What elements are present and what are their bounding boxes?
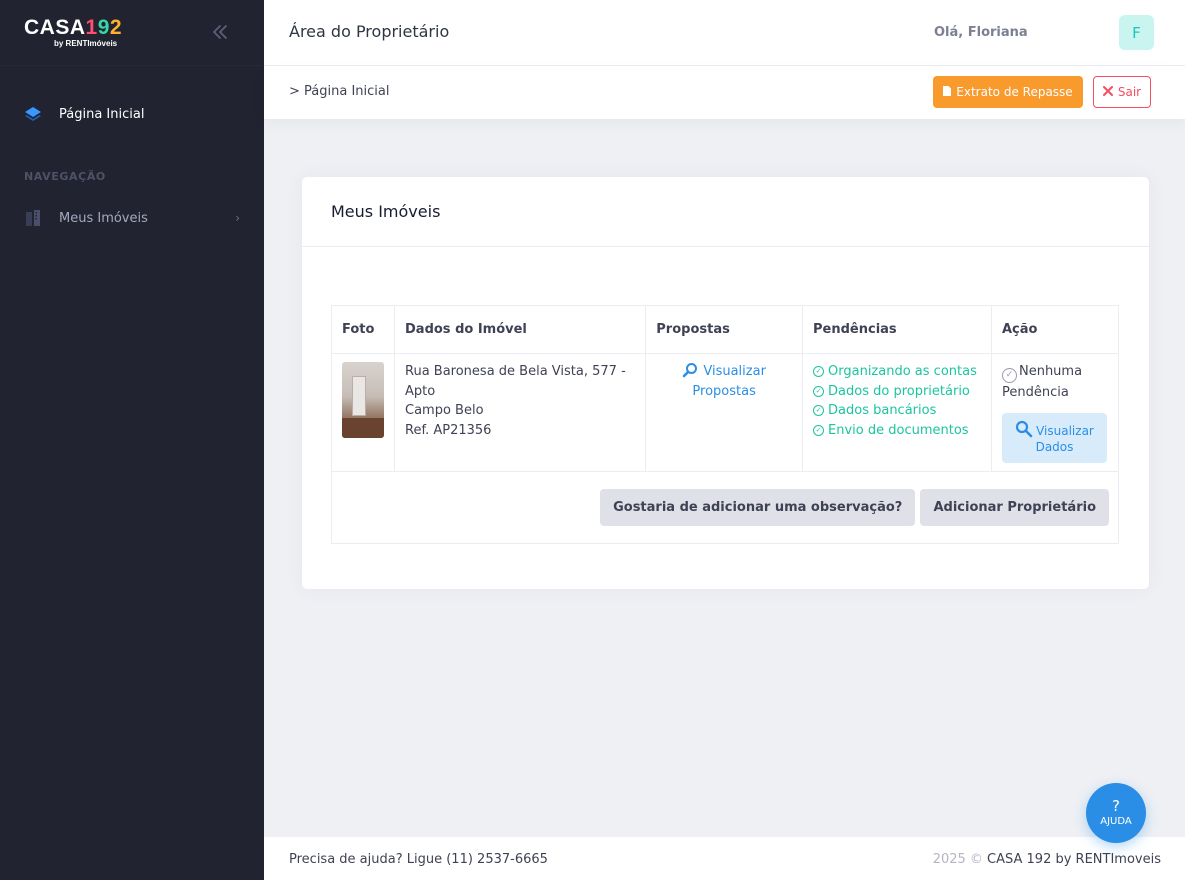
check-circle-icon: ✓ bbox=[813, 424, 825, 436]
properties-table: Foto Dados do Imóvel Propostas Pendência… bbox=[331, 305, 1120, 544]
chevron-right-icon: › bbox=[235, 211, 240, 225]
logo-wordmark: CASA192 bbox=[24, 16, 123, 39]
collapse-sidebar-icon[interactable] bbox=[208, 20, 232, 44]
nav-section-title: NAVEGAÇÃO bbox=[24, 170, 106, 183]
avatar[interactable]: F bbox=[1119, 15, 1154, 50]
logo[interactable]: CASA192 by RENTImóveis bbox=[24, 17, 122, 48]
table-row: Rua Baronesa de Bela Vista, 577 - Apto C… bbox=[331, 353, 1120, 472]
page-title: Área do Proprietário bbox=[289, 22, 450, 41]
logout-button[interactable]: Sair bbox=[1093, 76, 1151, 108]
check-circle-icon: ✓ bbox=[813, 385, 825, 397]
logout-label: Sair bbox=[1117, 85, 1142, 99]
property-neighborhood: Campo Belo bbox=[405, 403, 484, 418]
acao-status: ✓ Nenhuma Pendência bbox=[1001, 364, 1083, 401]
add-owner-button[interactable]: Adicionar Proprietário bbox=[920, 488, 1109, 526]
logo-subtitle: by RENTImóveis bbox=[54, 39, 118, 48]
subheader: > Página Inicial Extrato de Repasse Sair bbox=[264, 66, 1185, 119]
breadcrumb[interactable]: > Página Inicial bbox=[289, 84, 389, 99]
pendencias-cell: ✓ Organizando as contas ✓ Dados do proprie… bbox=[802, 353, 992, 472]
top-header: Área do Proprietário Olá, Floriana F bbox=[264, 0, 1185, 66]
search-icon bbox=[682, 363, 703, 379]
property-data-cell: Rua Baronesa de Bela Vista, 577 - Apto C… bbox=[393, 353, 647, 472]
acao-cell: ✓ Nenhuma Pendência Visualizar Dados bbox=[990, 353, 1120, 472]
sidebar-item-home[interactable]: Página Inicial bbox=[0, 94, 264, 134]
building-icon bbox=[24, 209, 42, 227]
column-header: Ação bbox=[990, 305, 1120, 354]
close-icon bbox=[1102, 85, 1113, 99]
column-header: Dados do Imóvel bbox=[393, 305, 647, 354]
proposals-cell: Visualizar Propostas bbox=[645, 353, 804, 472]
table-header-row: Foto Dados do Imóvel Propostas Pendência… bbox=[331, 305, 1120, 354]
view-proposals-link[interactable]: Visualizar Propostas bbox=[656, 362, 792, 401]
column-header: Foto bbox=[331, 305, 395, 354]
sidebar-item-meus-imoveis[interactable]: Meus Imóveis › bbox=[0, 198, 264, 238]
property-ref: Ref. AP21356 bbox=[405, 422, 492, 438]
check-circle-icon: ✓ bbox=[813, 405, 825, 417]
footer-copyright: 2025 © CASA 192 by RENTImoveis bbox=[932, 852, 1161, 867]
pendencia-item: ✓ Dados do proprietário bbox=[813, 382, 981, 402]
property-photo[interactable] bbox=[342, 362, 384, 438]
view-data-button[interactable]: Visualizar Dados bbox=[1001, 412, 1107, 463]
footer: Precisa de ajuda? Ligue (11) 2537-6665 2… bbox=[264, 837, 1185, 880]
property-address: Rua Baronesa de Bela Vista, 577 - Apto bbox=[405, 364, 626, 399]
extrato-repasse-label: Extrato de Repasse bbox=[956, 85, 1073, 99]
sidebar-item-label: Meus Imóveis bbox=[59, 210, 148, 226]
footer-help-text: Precisa de ajuda? Ligue (11) 2537-6665 bbox=[289, 852, 548, 867]
sidebar-item-label: Página Inicial bbox=[59, 106, 145, 122]
check-circle-icon: ✓ bbox=[813, 366, 825, 378]
document-icon bbox=[943, 85, 952, 99]
question-icon: ? bbox=[1112, 797, 1120, 815]
table-actions-row: Gostaria de adicionar uma observação? Ad… bbox=[331, 470, 1119, 544]
properties-card: Meus Imóveis Foto Dados do Imóvel Propos… bbox=[302, 177, 1149, 589]
pendencia-item: ✓ Dados bancários bbox=[813, 401, 981, 421]
layers-icon bbox=[24, 105, 42, 123]
column-header: Pendências bbox=[802, 305, 992, 354]
add-observation-button[interactable]: Gostaria de adicionar uma observação? bbox=[600, 488, 916, 526]
column-header: Propostas bbox=[645, 305, 804, 354]
photo-cell bbox=[331, 353, 395, 472]
card-title: Meus Imóveis bbox=[302, 177, 1149, 247]
extrato-repasse-button[interactable]: Extrato de Repasse bbox=[933, 76, 1083, 108]
sidebar: CASA192 by RENTImóveis Página Inicial NA… bbox=[0, 0, 264, 880]
help-label: AJUDA bbox=[1100, 816, 1132, 827]
search-icon bbox=[1015, 421, 1036, 438]
help-button[interactable]: ? AJUDA bbox=[1086, 783, 1146, 843]
pendencia-item: ✓ Envio de documentos bbox=[813, 421, 981, 441]
check-circle-icon: ✓ bbox=[1001, 368, 1017, 384]
pendencia-item: ✓ Organizando as contas bbox=[813, 362, 981, 382]
user-greeting: Olá, Floriana bbox=[934, 25, 1028, 40]
